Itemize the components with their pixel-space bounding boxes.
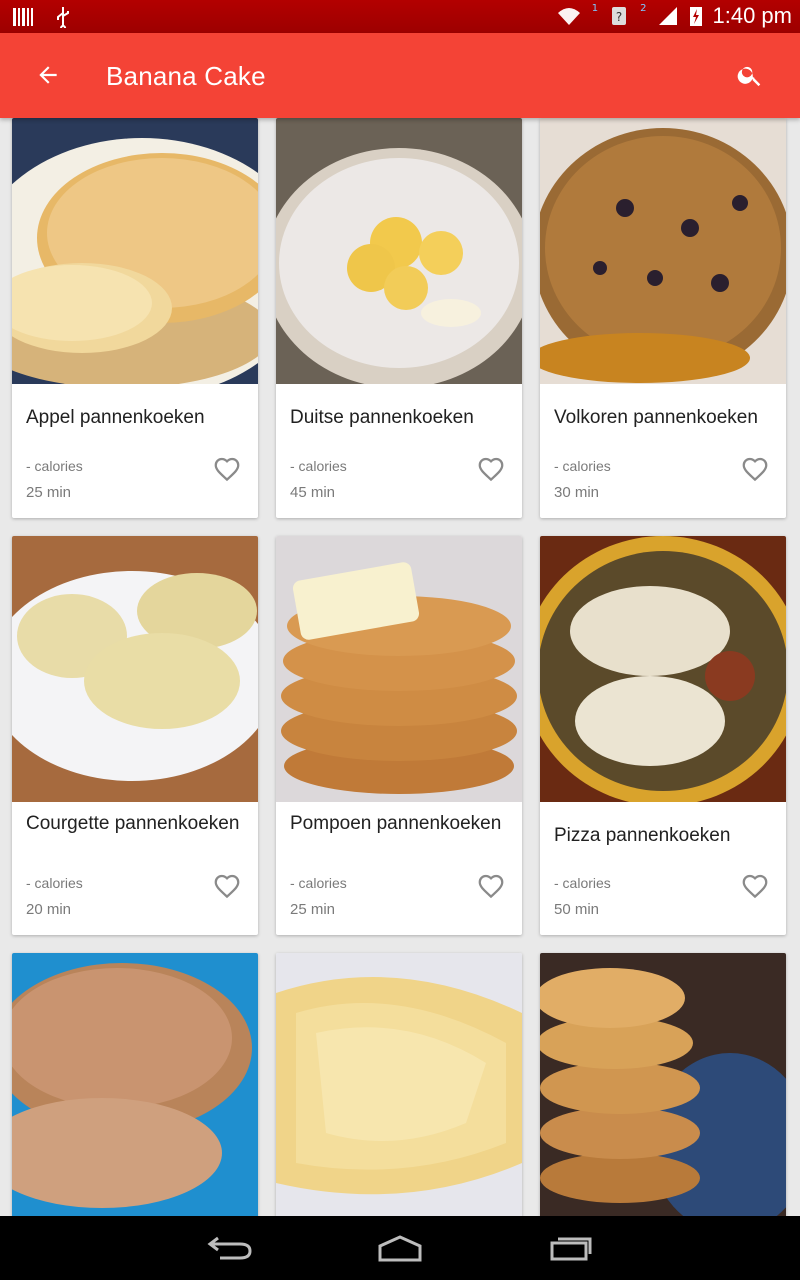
recipe-card[interactable]: Appel pannenkoeken - calories 25 min	[12, 118, 258, 518]
recipe-photo	[276, 536, 522, 802]
recipe-calories: - calories	[554, 875, 611, 891]
heart-outline-icon	[214, 457, 240, 482]
recipe-photo	[540, 118, 786, 384]
search-icon	[737, 66, 761, 87]
sim1-label: 1	[591, 2, 599, 14]
clock: 1:40 pm	[712, 3, 793, 28]
recipe-calories: - calories	[26, 875, 83, 891]
favorite-button[interactable]	[474, 869, 508, 903]
recipe-photo	[276, 953, 522, 1216]
status-bar: 1 ? 2 1:40 pm	[0, 0, 800, 33]
recipe-photo	[540, 953, 786, 1216]
recipe-time: 45 min	[290, 484, 336, 501]
svg-text:?: ?	[616, 10, 622, 24]
recipe-title: Pizza pannenkoeken	[554, 825, 731, 846]
favorite-button[interactable]	[738, 869, 772, 903]
back-button[interactable]	[24, 51, 72, 99]
arrow-back-icon	[39, 66, 57, 84]
recipe-time: 30 min	[554, 484, 600, 501]
recipe-title: Appel pannenkoeken	[26, 407, 205, 428]
recipe-time: 50 min	[554, 901, 600, 918]
favorite-button[interactable]	[474, 452, 508, 486]
recipe-photo	[12, 118, 258, 384]
recipe-grid: Appel pannenkoeken - calories 25 min Dui…	[0, 118, 800, 1216]
heart-outline-icon	[478, 457, 504, 482]
recipe-card[interactable]: Volkoren pannenkoeken - calories 30 min	[540, 118, 786, 518]
recipe-title: Pompoen pannenkoeken	[290, 813, 502, 834]
favorite-button[interactable]	[738, 452, 772, 486]
sim2-label: 2	[640, 2, 647, 14]
page-title: Banana Cake	[106, 61, 266, 91]
usb-icon	[57, 7, 69, 28]
sim-unknown-icon: ?	[612, 7, 627, 25]
recipe-time: 20 min	[26, 901, 72, 918]
heart-outline-icon	[742, 457, 768, 482]
favorite-button[interactable]	[210, 452, 244, 486]
nav-back-icon	[207, 1236, 252, 1260]
recipe-time: 25 min	[290, 901, 336, 918]
recipe-card[interactable]	[12, 953, 258, 1216]
heart-outline-icon	[742, 874, 768, 899]
heart-outline-icon	[214, 874, 240, 899]
wifi-icon	[557, 8, 580, 25]
recipe-time: 25 min	[26, 484, 72, 501]
recipe-title: Courgette pannenkoeken	[26, 813, 240, 834]
barcode-icon	[13, 8, 33, 26]
recipe-card[interactable]	[540, 953, 786, 1216]
recipe-calories: - calories	[290, 875, 347, 891]
nav-home-button[interactable]	[370, 1228, 430, 1268]
navigation-bar	[0, 1216, 800, 1280]
recipe-title: Duitse pannenkoeken	[290, 407, 474, 428]
nav-back-button[interactable]	[200, 1228, 260, 1268]
search-button[interactable]	[726, 51, 774, 99]
heart-outline-icon	[478, 874, 504, 899]
recipe-card[interactable]	[276, 953, 522, 1216]
battery-charging-icon	[689, 7, 702, 26]
recipe-calories: - calories	[290, 458, 347, 474]
recipe-title: Volkoren pannenkoeken	[554, 407, 758, 428]
recipe-photo	[12, 953, 258, 1216]
nav-home-icon	[378, 1235, 422, 1262]
recipe-card[interactable]: Pompoen pannenkoeken - calories 25 min	[276, 536, 522, 935]
nav-recents-button[interactable]	[540, 1228, 600, 1268]
favorite-button[interactable]	[210, 869, 244, 903]
recipe-photo	[12, 536, 258, 802]
recipe-photo	[276, 118, 522, 384]
recipe-photo	[540, 536, 786, 802]
signal-icon	[658, 7, 677, 25]
recipe-card[interactable]: Pizza pannenkoeken - calories 50 min	[540, 536, 786, 935]
recipe-calories: - calories	[26, 458, 83, 474]
app-bar: Banana Cake	[0, 33, 800, 118]
recipe-card[interactable]: Duitse pannenkoeken - calories 45 min	[276, 118, 522, 518]
recipe-card[interactable]: Courgette pannenkoeken - calories 20 min	[12, 536, 258, 935]
recipe-calories: - calories	[554, 458, 611, 474]
nav-recents-icon	[550, 1237, 592, 1261]
